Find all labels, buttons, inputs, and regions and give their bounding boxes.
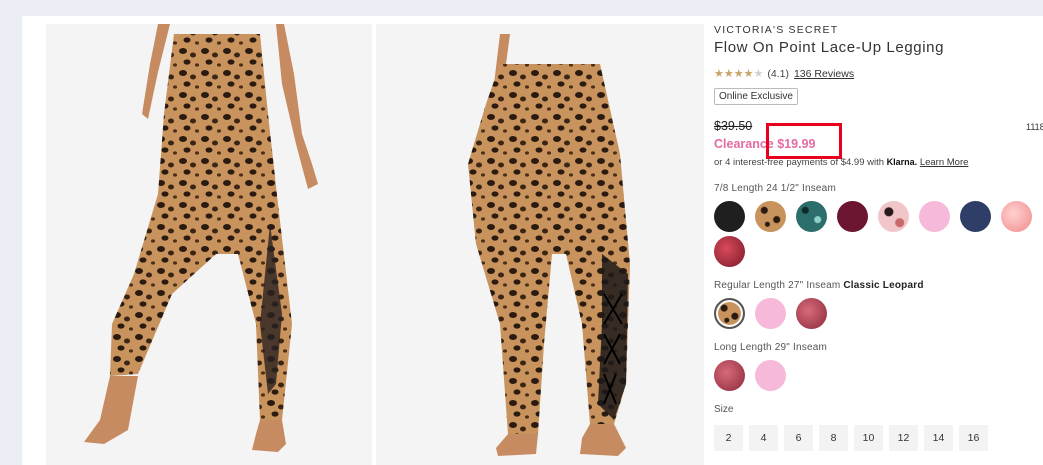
star-icon: ★ <box>714 68 724 80</box>
star-icon: ★ <box>753 68 764 80</box>
size-option[interactable]: 12 <box>889 425 918 451</box>
rating-value: (4.1) <box>767 67 789 80</box>
swatch-navy[interactable] <box>960 201 991 232</box>
swatch-burgundy[interactable] <box>837 201 868 232</box>
size-option[interactable]: 16 <box>959 425 988 451</box>
swatch-group-name: 7/8 Length 24 1/2" Inseam <box>714 183 836 194</box>
swatch-group-name: Regular Length 27" Inseam <box>714 280 841 291</box>
klarna-text: or 4 interest-free payments of $4.99 wit… <box>714 157 885 168</box>
star-icon: ★ <box>723 68 734 80</box>
size-option[interactable]: 10 <box>854 425 883 451</box>
swatch-group-name: Long Length 29" Inseam <box>714 342 828 353</box>
swatch-teal-leopard[interactable] <box>796 201 827 232</box>
sku-number: 1118 <box>1026 122 1043 132</box>
swatch-group-label-long: Long Length 29" Inseam <box>714 342 827 353</box>
swatch-pink[interactable] <box>755 298 786 329</box>
swatch-group-label-7-8: 7/8 Length 24 1/2" Inseam <box>714 183 836 194</box>
swatch-pink[interactable] <box>919 201 950 232</box>
swatch-black[interactable] <box>714 201 745 232</box>
size-option[interactable]: 14 <box>924 425 953 451</box>
klarna-logo: Klarna. <box>886 157 918 167</box>
swatch-leopard[interactable] <box>755 201 786 232</box>
product-title: Flow On Point Lace-Up Legging <box>714 39 945 56</box>
product-image-front[interactable] <box>46 24 372 465</box>
star-icon: ★ <box>743 68 754 80</box>
original-price: $39.50 <box>714 119 753 133</box>
swatch-pink[interactable] <box>755 360 786 391</box>
swatch-blush-tiedye[interactable] <box>1001 201 1032 232</box>
size-label: Size <box>714 404 734 415</box>
swatch-classic-leopard-selected[interactable] <box>714 298 745 329</box>
product-page: VICTORIA'S SECRET Flow On Point Lace-Up … <box>22 16 1043 465</box>
size-option[interactable]: 2 <box>714 425 743 451</box>
reviews-link[interactable]: 136 Reviews <box>794 68 854 80</box>
swatch-red-tiedye[interactable] <box>714 236 745 267</box>
brand-name: VICTORIA'S SECRET <box>714 24 839 36</box>
online-exclusive-badge: Online Exclusive <box>714 88 798 105</box>
swatch-berry-tiedye[interactable] <box>714 360 745 391</box>
klarna-learn-more-link[interactable]: Learn More <box>920 157 969 168</box>
star-icon: ★ <box>733 68 744 80</box>
swatch-berry-tiedye[interactable] <box>796 298 827 329</box>
size-option[interactable]: 6 <box>784 425 813 451</box>
product-info-panel: VICTORIA'S SECRET Flow On Point Lace-Up … <box>714 16 1043 465</box>
swatch-group-label-regular: Regular Length 27" Inseam Classic Leopar… <box>714 280 924 291</box>
size-option[interactable]: 8 <box>819 425 848 451</box>
highlight-box <box>766 123 842 159</box>
product-image-back[interactable] <box>376 24 704 465</box>
selected-color-name: Classic Leopard <box>843 280 924 291</box>
swatch-pink-floral[interactable] <box>878 201 909 232</box>
rating-stars: ★★★★★ <box>714 67 763 80</box>
product-rating: ★★★★★ (4.1) 136 Reviews <box>714 67 854 81</box>
klarna-financing: or 4 interest-free payments of $4.99 wit… <box>714 157 968 168</box>
size-option[interactable]: 4 <box>749 425 778 451</box>
